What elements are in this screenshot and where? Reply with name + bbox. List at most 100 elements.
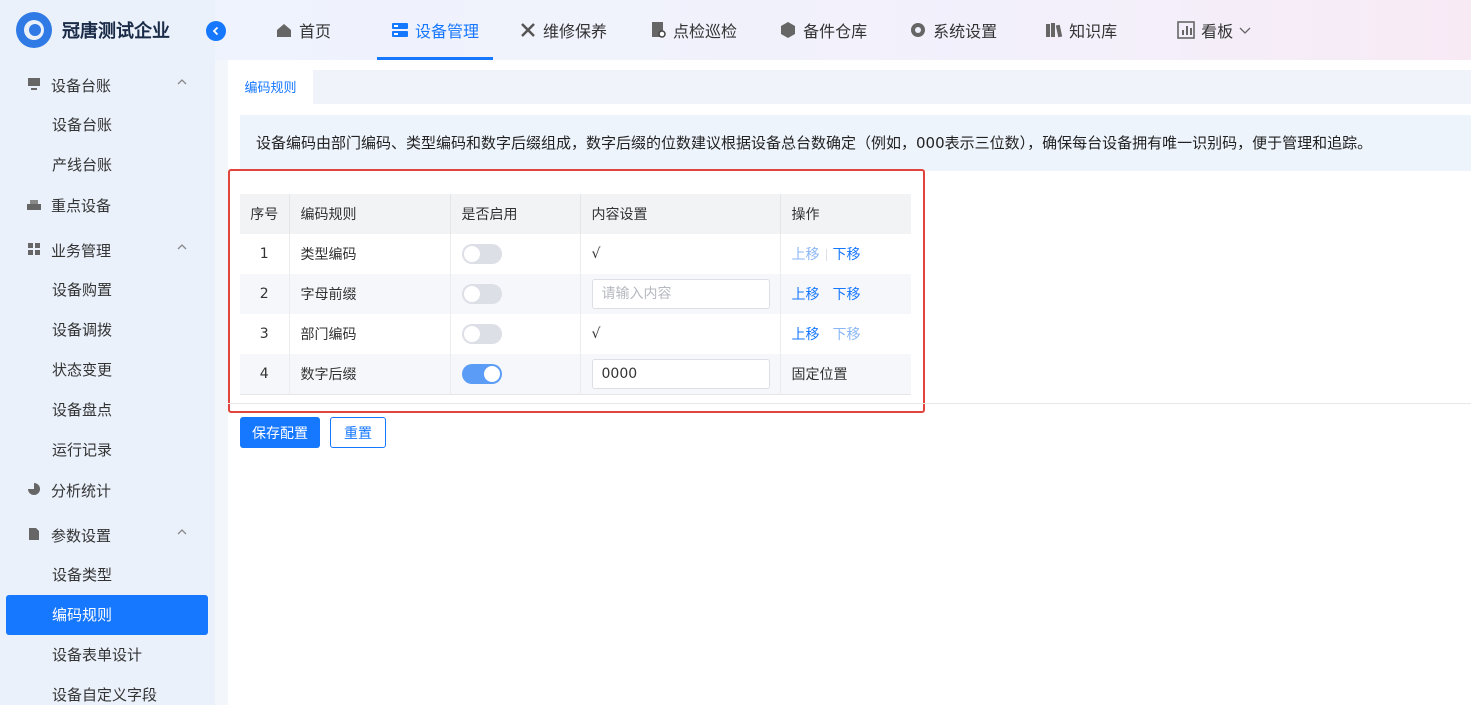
app-name: 冠唐测试企业 bbox=[62, 21, 170, 42]
tools-icon bbox=[521, 23, 535, 37]
sidebar-item-custom-field[interactable]: 设备自定义字段 bbox=[0, 675, 215, 705]
col-header: 编码规则 bbox=[289, 194, 451, 234]
table-header-row: 序号 编码规则 是否启用 内容设置 操作 bbox=[240, 194, 911, 234]
menu-group-label: 重点设备 bbox=[51, 196, 112, 215]
tab-maintenance[interactable]: 维修保养 bbox=[519, 0, 607, 60]
sidebar-item-coding-rule[interactable]: 编码规则 bbox=[6, 595, 208, 635]
tab-home[interactable]: 首页 bbox=[275, 0, 331, 60]
chart-icon bbox=[1177, 21, 1195, 39]
chevron-up-icon bbox=[177, 79, 187, 85]
key-device-icon bbox=[26, 197, 42, 213]
move-down-link[interactable]: 下移 bbox=[833, 287, 861, 303]
books-icon bbox=[1046, 23, 1063, 38]
coding-rules-table: 序号 编码规则 是否启用 内容设置 操作 1 类型编码 √ 上移 下移 2 字母前… bbox=[240, 194, 911, 395]
document-icon bbox=[26, 527, 42, 543]
collapse-sidebar-button[interactable] bbox=[206, 21, 226, 41]
rule-name: 部门编码 bbox=[289, 314, 451, 354]
logo-row: 冠唐测试企业 bbox=[0, 0, 215, 60]
content-gutter bbox=[215, 60, 228, 705]
col-header: 序号 bbox=[240, 194, 290, 234]
menu-group-label: 分析统计 bbox=[51, 481, 112, 500]
tab-dashboard[interactable]: 看板 bbox=[1177, 0, 1251, 60]
tab-label: 看板 bbox=[1201, 22, 1234, 41]
gear-icon bbox=[911, 23, 926, 37]
rule-name: 类型编码 bbox=[289, 234, 451, 274]
content-cell bbox=[580, 354, 781, 395]
inspection-icon bbox=[652, 22, 666, 38]
tab-system-settings[interactable]: 系统设置 bbox=[909, 0, 997, 60]
col-header: 是否启用 bbox=[450, 194, 581, 234]
menu-group-business[interactable]: 业务管理 bbox=[0, 230, 215, 270]
tab-spare-parts[interactable]: 备件仓库 bbox=[779, 0, 867, 60]
row-number: 2 bbox=[240, 274, 290, 314]
grid-icon bbox=[26, 242, 42, 258]
reset-button[interactable]: 重置 bbox=[330, 417, 386, 448]
chevron-left-icon bbox=[212, 26, 219, 36]
menu-group-label: 业务管理 bbox=[51, 241, 112, 260]
menu-group-analysis[interactable]: 分析统计 bbox=[0, 470, 215, 510]
suffix-input[interactable] bbox=[591, 358, 770, 389]
sidebar-item-form-design[interactable]: 设备表单设计 bbox=[0, 635, 215, 675]
chevron-down-icon bbox=[1239, 27, 1251, 34]
table-row: 3 部门编码 √ 上移 下移 bbox=[240, 314, 911, 354]
info-description: 设备编码由部门编码、类型编码和数字后缀组成，数字后缀的位数建议根据设备总台数确定… bbox=[240, 115, 1471, 171]
rule-name: 数字后缀 bbox=[289, 354, 451, 395]
ops-cell: 上移 下移 bbox=[780, 314, 911, 354]
col-header: 内容设置 bbox=[580, 194, 781, 234]
move-up-link[interactable]: 上移 bbox=[792, 287, 820, 303]
row-number: 1 bbox=[240, 234, 290, 274]
sidebar-item-purchase[interactable]: 设备购置 bbox=[0, 270, 215, 310]
tab-device-management[interactable]: 设备管理 bbox=[377, 0, 494, 60]
move-up-link[interactable]: 上移 bbox=[792, 327, 820, 343]
tab-label: 维修保养 bbox=[543, 22, 608, 41]
menu-group-ledger[interactable]: 设备台账 bbox=[0, 65, 215, 105]
enable-switch[interactable] bbox=[461, 244, 502, 264]
ops-cell: 上移 下移 bbox=[780, 274, 911, 314]
sidebar-item-status-change[interactable]: 状态变更 bbox=[0, 350, 215, 390]
table-row: 4 数字后缀 固定位置 bbox=[240, 354, 911, 395]
tab-label: 点检巡检 bbox=[673, 22, 738, 41]
sidebar-item-device-ledger[interactable]: 设备台账 bbox=[0, 105, 215, 145]
enable-switch[interactable] bbox=[461, 284, 502, 304]
divider bbox=[228, 403, 1471, 404]
tab-knowledge-base[interactable]: 知识库 bbox=[1045, 0, 1117, 60]
tab-coding-rule[interactable]: 编码规则 bbox=[228, 70, 313, 104]
pie-icon bbox=[26, 482, 42, 498]
menu-group-label: 参数设置 bbox=[51, 526, 112, 545]
separator bbox=[825, 249, 827, 261]
sidebar-item-device-type[interactable]: 设备类型 bbox=[0, 555, 215, 595]
enable-switch[interactable] bbox=[461, 363, 502, 384]
tab-inspection[interactable]: 点检巡检 bbox=[649, 0, 737, 60]
enabled-cell bbox=[450, 354, 581, 395]
enable-switch[interactable] bbox=[461, 324, 502, 344]
page-tabbar: 编码规则 bbox=[228, 70, 1471, 104]
tab-label: 首页 bbox=[299, 22, 332, 41]
content-cell bbox=[580, 274, 781, 314]
row-number: 3 bbox=[240, 314, 290, 354]
sidebar-item-inventory[interactable]: 设备盘点 bbox=[0, 390, 215, 430]
move-up-link[interactable]: 上移 bbox=[792, 247, 820, 263]
prefix-input[interactable] bbox=[591, 279, 770, 309]
move-down-link[interactable]: 下移 bbox=[833, 247, 861, 263]
top-nav: 首页 设备管理 维修保养 点检巡检 备件仓库 系统设置 知识库 看板 bbox=[215, 0, 1471, 60]
main-content: 编码规则 设备编码由部门编码、类型编码和数字后缀组成，数字后缀的位数建议根据设备… bbox=[228, 60, 1471, 705]
move-down-link[interactable]: 下移 bbox=[833, 327, 861, 343]
col-header: 操作 bbox=[780, 194, 911, 234]
ops-cell: 上移 下移 bbox=[780, 234, 911, 274]
content-check: √ bbox=[580, 234, 781, 274]
enabled-cell bbox=[450, 234, 581, 274]
tab-label: 设备管理 bbox=[415, 22, 480, 41]
table-row: 2 字母前缀 上移下移 bbox=[240, 274, 911, 314]
menu-group-key-device[interactable]: 重点设备 bbox=[0, 185, 215, 225]
sidebar-item-run-record[interactable]: 运行记录 bbox=[0, 430, 215, 470]
menu-group-params[interactable]: 参数设置 bbox=[0, 515, 215, 555]
sidebar-item-transfer[interactable]: 设备调拨 bbox=[0, 310, 215, 350]
sidebar-item-line-ledger[interactable]: 产线台账 bbox=[0, 145, 215, 185]
sidebar: 冠唐测试企业 设备台账 设备台账 产线台账 重点设备 业务管理 设备购置 设备调… bbox=[0, 0, 215, 705]
table-row: 1 类型编码 √ 上移 下移 bbox=[240, 234, 911, 274]
save-config-button[interactable]: 保存配置 bbox=[240, 417, 320, 448]
device-icon bbox=[392, 23, 409, 37]
content-check: √ bbox=[580, 314, 781, 354]
tab-label: 备件仓库 bbox=[803, 22, 868, 41]
enabled-cell bbox=[450, 274, 581, 314]
